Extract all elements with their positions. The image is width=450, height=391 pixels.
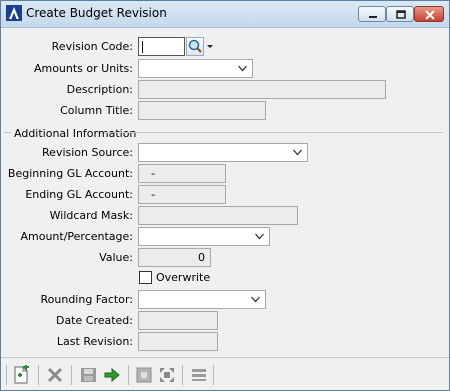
bottom-toolbar	[1, 357, 449, 391]
wildcard-mask-label: Wildcard Mask:	[49, 209, 133, 222]
text-cursor	[142, 41, 143, 53]
toolbar-separator	[213, 365, 214, 385]
amount-percentage-label: Amount/Percentage:	[20, 230, 133, 243]
revision-source-select[interactable]	[138, 143, 308, 162]
toolbar-separator	[128, 365, 129, 385]
rounding-factor-select[interactable]	[138, 290, 266, 309]
revision-code-input[interactable]	[138, 37, 185, 56]
date-created-label: Date Created:	[55, 314, 133, 327]
minimize-button[interactable]	[358, 6, 386, 22]
wildcard-mask-field[interactable]	[138, 206, 298, 225]
close-button[interactable]	[414, 6, 444, 22]
overwrite-label: Overwrite	[156, 271, 211, 284]
chevron-down-icon	[251, 296, 260, 303]
amounts-or-units-select[interactable]	[138, 59, 253, 78]
expand-icon	[160, 368, 174, 382]
revision-source-label: Revision Source:	[42, 146, 133, 159]
new-document-icon	[14, 364, 29, 384]
create-budget-revision-window: Create Budget Revision Revision Code: Am…	[0, 0, 450, 391]
revision-code-dropdown-button[interactable]	[205, 37, 215, 56]
minimize-icon	[369, 16, 377, 18]
toolbar-separator	[182, 365, 183, 385]
last-revision-label: Last Revision:	[56, 335, 133, 348]
section-divider	[106, 132, 443, 133]
maximize-icon	[396, 10, 406, 19]
maximize-button[interactable]	[386, 6, 414, 22]
date-created-field[interactable]	[138, 311, 218, 330]
chevron-down-icon	[255, 233, 264, 240]
section-divider-left	[4, 132, 11, 133]
search-icon	[188, 39, 202, 53]
overwrite-checkbox[interactable]	[139, 271, 152, 284]
description-field[interactable]	[138, 80, 386, 99]
app-logo-icon	[6, 5, 22, 21]
value-field[interactable]: 0	[138, 248, 211, 267]
toolbar-separator	[38, 365, 39, 385]
chevron-down-icon	[207, 45, 213, 48]
beginning-gl-account-field[interactable]: -	[138, 164, 226, 183]
toolbar-separator	[71, 365, 72, 385]
revision-code-label: Revision Code:	[51, 40, 133, 53]
rounding-factor-label: Rounding Factor:	[40, 293, 134, 306]
window-title: Create Budget Revision	[26, 6, 167, 20]
value-label: Value:	[99, 251, 133, 264]
description-label: Description:	[66, 83, 133, 96]
revision-code-lookup-button[interactable]	[186, 37, 204, 56]
close-icon	[425, 10, 435, 20]
collapse-button[interactable]	[134, 365, 154, 385]
collapse-icon	[136, 367, 152, 383]
list-icon	[192, 369, 206, 381]
additional-information-heading: Additional Information	[14, 127, 137, 140]
delete-button[interactable]	[45, 365, 65, 385]
last-revision-field[interactable]	[138, 332, 218, 351]
amount-percentage-select[interactable]	[138, 227, 270, 246]
beginning-gl-account-value: -	[151, 167, 155, 180]
beginning-gl-account-label: Beginning GL Account:	[7, 167, 133, 180]
ending-gl-account-field[interactable]: -	[138, 185, 226, 204]
amounts-or-units-label: Amounts or Units:	[33, 62, 133, 75]
chevron-down-icon	[238, 65, 247, 72]
chevron-down-icon	[293, 149, 302, 156]
expand-button[interactable]	[157, 365, 177, 385]
column-title-field[interactable]	[138, 101, 266, 120]
ending-gl-account-label: Ending GL Account:	[25, 188, 133, 201]
ending-gl-account-value: -	[151, 188, 155, 201]
column-title-label: Column Title:	[60, 104, 133, 117]
new-button[interactable]	[11, 364, 31, 385]
save-button[interactable]	[78, 365, 98, 385]
go-button[interactable]	[102, 365, 122, 385]
list-button[interactable]	[189, 365, 209, 385]
title-bar[interactable]: Create Budget Revision	[1, 1, 449, 28]
delete-icon	[47, 367, 63, 383]
value-text: 0	[198, 251, 205, 264]
toolbar-separator	[6, 365, 7, 385]
go-arrow-icon	[104, 367, 120, 383]
save-icon	[81, 368, 96, 382]
